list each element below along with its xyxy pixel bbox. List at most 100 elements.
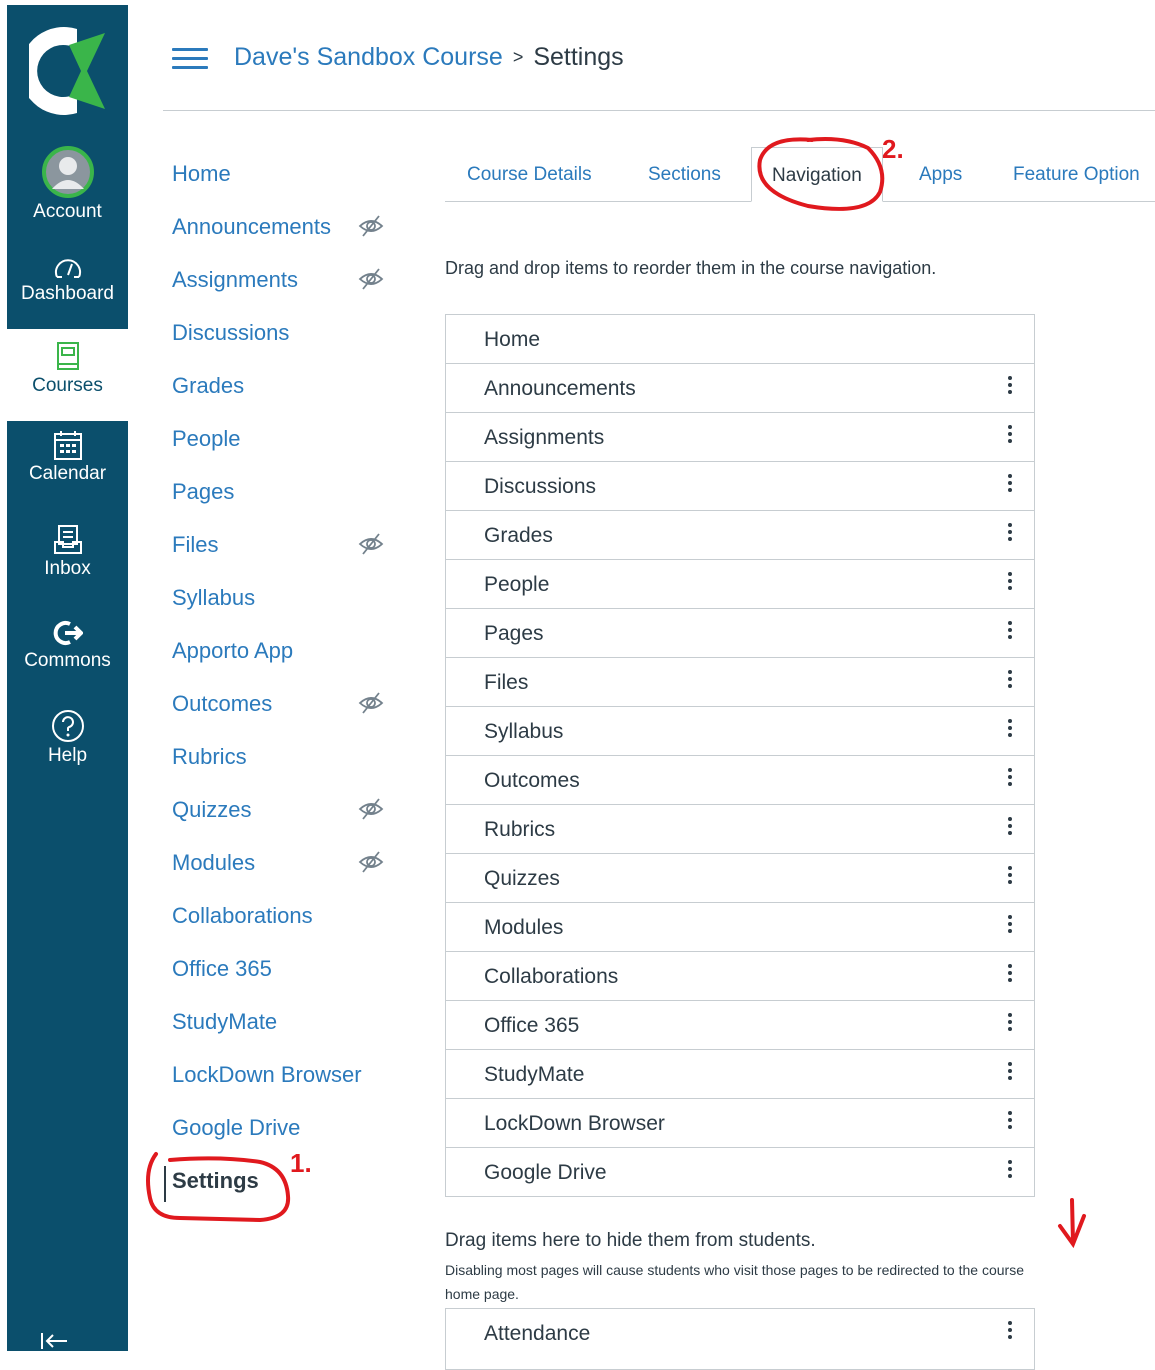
kebab-menu-icon[interactable] xyxy=(1008,474,1014,495)
commons-nav-item[interactable]: Commons xyxy=(7,618,128,698)
nav-list-item-label: Files xyxy=(484,671,529,694)
kebab-menu-icon[interactable] xyxy=(1008,523,1014,544)
nav-list-item[interactable]: Announcements xyxy=(446,364,1034,413)
calendar-icon xyxy=(53,431,82,460)
nav-list-item-label: Quizzes xyxy=(484,867,560,890)
nav-list-item[interactable]: Files xyxy=(446,658,1034,707)
course-nav-office-365[interactable]: Office 365 xyxy=(172,947,402,1000)
course-nav-label: Google Drive xyxy=(172,1115,301,1140)
collapse-nav-icon[interactable] xyxy=(39,1331,69,1351)
help-nav-item[interactable]: Help xyxy=(7,709,128,789)
course-nav-label: Home xyxy=(172,161,231,186)
nav-list-item[interactable]: StudyMate xyxy=(446,1050,1034,1099)
course-nav-label: Discussions xyxy=(172,320,290,345)
course-nav-quizzes[interactable]: Quizzes xyxy=(172,788,402,841)
reorder-instructions: Drag and drop items to reorder them in t… xyxy=(445,258,937,278)
course-nav-files[interactable]: Files xyxy=(172,523,402,576)
kebab-menu-icon[interactable] xyxy=(1008,1062,1014,1083)
course-nav-discussions[interactable]: Discussions xyxy=(172,311,402,364)
nav-list-item-label: Discussions xyxy=(484,475,597,498)
course-nav-syllabus[interactable]: Syllabus xyxy=(172,576,402,629)
course-nav-home[interactable]: Home xyxy=(172,152,402,205)
course-nav-announcements[interactable]: Announcements xyxy=(172,205,402,258)
kebab-menu-icon[interactable] xyxy=(1008,915,1014,936)
nav-list-item[interactable]: Attendance xyxy=(446,1309,1034,1357)
calendar-label: Calendar xyxy=(28,463,107,484)
nav-list-item[interactable]: LockDown Browser xyxy=(446,1099,1034,1148)
dashboard-nav-item[interactable]: Dashboard xyxy=(7,255,128,325)
course-menu-toggle[interactable] xyxy=(172,48,208,70)
nav-list-item[interactable]: Grades xyxy=(446,511,1034,560)
courses-nav-item[interactable]: Courses xyxy=(7,329,128,421)
hidden-eye-slash-icon xyxy=(358,268,384,290)
enabled-nav-list: Home Announcements Assignments Discussions G… xyxy=(445,314,1035,1197)
breadcrumb-course-link[interactable]: Dave's Sandbox Course xyxy=(234,43,503,71)
course-nav-grades[interactable]: Grades xyxy=(172,364,402,417)
inbox-nav-item[interactable]: Inbox xyxy=(7,524,128,604)
course-nav-label: Apporto App xyxy=(172,638,294,663)
calendar-nav-item[interactable]: Calendar xyxy=(7,429,128,509)
course-nav-assignments[interactable]: Assignments xyxy=(172,258,402,311)
nav-list-item[interactable]: Home xyxy=(446,315,1034,364)
course-nav-settings[interactable]: Settings xyxy=(164,1159,402,1212)
course-nav-label: Announcements xyxy=(172,214,331,239)
nav-list-item-label: Syllabus xyxy=(484,720,564,743)
course-nav-rubrics[interactable]: Rubrics xyxy=(172,735,402,788)
tab-course-details[interactable]: Course Details xyxy=(467,147,592,201)
kebab-menu-icon[interactable] xyxy=(1008,1160,1014,1181)
course-nav-outcomes[interactable]: Outcomes xyxy=(172,682,402,735)
course-nav-apporto-app[interactable]: Apporto App xyxy=(172,629,402,682)
course-nav-label: People xyxy=(172,426,241,451)
course-nav-collaborations[interactable]: Collaborations xyxy=(172,894,402,947)
tab-apps[interactable]: Apps xyxy=(919,147,962,201)
kebab-menu-icon[interactable] xyxy=(1008,621,1014,642)
help-label: Help xyxy=(47,745,88,766)
course-nav-label: Outcomes xyxy=(172,691,273,716)
course-nav-people[interactable]: People xyxy=(172,417,402,470)
inbox-label: Inbox xyxy=(44,558,91,579)
nav-list-item[interactable]: Google Drive xyxy=(446,1148,1034,1197)
nav-list-item[interactable]: Discussions xyxy=(446,462,1034,511)
kebab-menu-icon[interactable] xyxy=(1008,768,1014,789)
tab-navigation[interactable]: Navigation xyxy=(751,147,883,202)
kebab-menu-icon[interactable] xyxy=(1008,719,1014,740)
nav-list-item[interactable]: Collaborations xyxy=(446,952,1034,1001)
nav-list-item[interactable]: Assignments xyxy=(446,413,1034,462)
kebab-menu-icon[interactable] xyxy=(1008,425,1014,446)
kebab-menu-icon[interactable] xyxy=(1008,964,1014,985)
kebab-menu-icon[interactable] xyxy=(1008,866,1014,887)
course-nav-lockdown-browser[interactable]: LockDown Browser xyxy=(172,1053,402,1106)
account-nav-item[interactable]: Account xyxy=(7,145,128,235)
kebab-menu-icon[interactable] xyxy=(1008,376,1014,397)
tab-feature-options[interactable]: Feature Option xyxy=(1013,147,1140,201)
kebab-menu-icon[interactable] xyxy=(1008,1111,1014,1132)
course-nav-google-drive[interactable]: Google Drive xyxy=(172,1106,402,1159)
nav-list-item-label: Office 365 xyxy=(484,1014,580,1037)
course-nav-label: Syllabus xyxy=(172,585,256,610)
course-nav-pages[interactable]: Pages xyxy=(172,470,402,523)
hidden-eye-slash-icon xyxy=(358,851,384,873)
course-nav-studymate[interactable]: StudyMate xyxy=(172,1000,402,1053)
nav-list-item-label: Rubrics xyxy=(484,818,556,841)
nav-list-item-label: Assignments xyxy=(484,426,605,449)
kebab-menu-icon[interactable] xyxy=(1008,817,1014,838)
kebab-menu-icon[interactable] xyxy=(1008,1013,1014,1034)
nav-list-item[interactable]: Pages xyxy=(446,609,1034,658)
course-nav-modules[interactable]: Modules xyxy=(172,841,402,894)
nav-list-item[interactable]: Modules xyxy=(446,903,1034,952)
nav-list-item[interactable]: Syllabus xyxy=(446,707,1034,756)
kebab-menu-icon[interactable] xyxy=(1008,1321,1014,1342)
course-nav-label: LockDown Browser xyxy=(172,1062,362,1087)
tab-sections[interactable]: Sections xyxy=(648,147,721,201)
dashboard-gauge-icon xyxy=(54,259,81,278)
course-nav-label: Pages xyxy=(172,479,235,504)
nav-list-item[interactable]: Rubrics xyxy=(446,805,1034,854)
nav-list-item[interactable]: Office 365 xyxy=(446,1001,1034,1050)
nav-list-item[interactable]: Outcomes xyxy=(446,756,1034,805)
institution-logo[interactable] xyxy=(29,23,105,119)
kebab-menu-icon[interactable] xyxy=(1008,670,1014,691)
nav-list-item[interactable]: Quizzes xyxy=(446,854,1034,903)
nav-list-item[interactable]: People xyxy=(446,560,1034,609)
kebab-menu-icon[interactable] xyxy=(1008,572,1014,593)
course-nav-label: Settings xyxy=(172,1168,259,1193)
